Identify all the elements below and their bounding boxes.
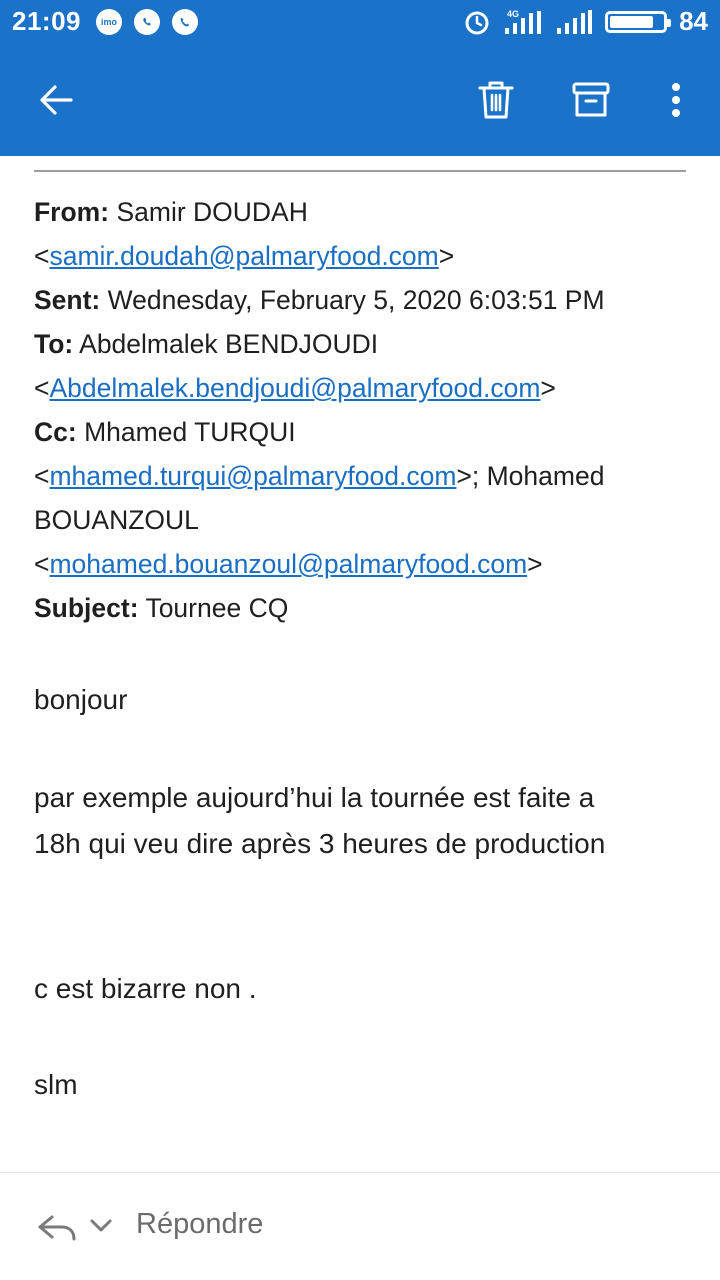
body-paragraph-line2: 18h qui veu dire après 3 heures de produ… [34,828,606,859]
to-email-line: <Abdelmalek.bendjoudi@palmaryfood.com> [34,373,556,403]
cc2-name-line: BOUANZOUL [34,498,694,542]
signal-icon [557,9,593,34]
body-question: c est bizarre non . [34,973,257,1004]
more-vert-icon [672,83,680,117]
header-divider [34,170,686,172]
status-bar: 21:09 imo 4G 84 [0,0,720,44]
sent-label: Sent: [34,285,101,315]
status-right: 4G 84 [463,6,708,37]
notification-icons: imo [96,9,198,35]
body-greeting: bonjour [34,684,128,715]
alarm-icon [465,11,489,34]
from-email-link[interactable]: samir.doudah@palmaryfood.com [49,241,438,271]
sent-value: Wednesday, February 5, 2020 6:03:51 PM [107,285,605,315]
viber-icon [172,9,198,35]
cc1-email-link[interactable]: mhamed.turqui@palmaryfood.com [49,461,456,491]
imo-icon: imo [96,9,122,35]
to-line: To: Abdelmalek BENDJOUDI [34,322,694,366]
subject-line: Subject: Tournee CQ [34,586,694,630]
battery-icon [605,10,672,33]
reply-icon[interactable] [36,1207,78,1247]
delete-button[interactable] [464,44,528,156]
archive-icon [572,82,610,117]
body-signoff: slm [34,1069,78,1100]
email-header: From: Samir DOUDAH <samir.doudah@palmary… [34,190,694,630]
to-label: To: [34,329,74,359]
to-name: Abdelmalek BENDJOUDI [79,329,379,359]
body-paragraph-line1: par exemple aujourd’hui la tournée est f… [34,782,595,813]
cc2-name-part2: BOUANZOUL [34,505,199,535]
battery-percent: 84 [679,6,708,36]
cc-label: Cc: [34,417,77,447]
more-button[interactable] [644,44,708,156]
sent-line: Sent: Wednesday, February 5, 2020 6:03:5… [34,278,694,322]
subject-value: Tournee CQ [145,593,289,623]
trash-icon [478,81,514,119]
cc1-email-line: <mhamed.turqui@palmaryfood.com>; Mohamed [34,461,605,491]
signal-4g-icon: 4G [505,9,542,34]
cc-line: Cc: Mhamed TURQUI [34,410,694,454]
archive-button[interactable] [559,44,623,156]
svg-text:4G: 4G [507,9,519,19]
from-label: From: [34,197,110,227]
cc2-email-line: <mohamed.bouanzoul@palmaryfood.com> [34,549,543,579]
back-button[interactable] [24,44,88,156]
chevron-down-icon[interactable] [88,1213,114,1237]
battery-level [610,15,654,28]
from-email-line: <samir.doudah@palmaryfood.com> [34,241,455,271]
from-line: From: Samir DOUDAH [34,190,694,234]
subject-label: Subject: [34,593,139,623]
from-name: Samir DOUDAH [116,197,308,227]
cc2-email-link[interactable]: mohamed.bouanzoul@palmaryfood.com [49,549,527,579]
cc2-name-part1: Mohamed [486,461,605,491]
app-bar [0,44,720,156]
to-email-link[interactable]: Abdelmalek.bendjoudi@palmaryfood.com [49,373,540,403]
reply-button-label[interactable]: Répondre [136,1208,263,1241]
arrow-left-icon [40,85,73,115]
cc1-name: Mhamed TURQUI [84,417,296,447]
whatsapp-icon [134,9,160,35]
status-time: 21:09 [12,6,81,36]
